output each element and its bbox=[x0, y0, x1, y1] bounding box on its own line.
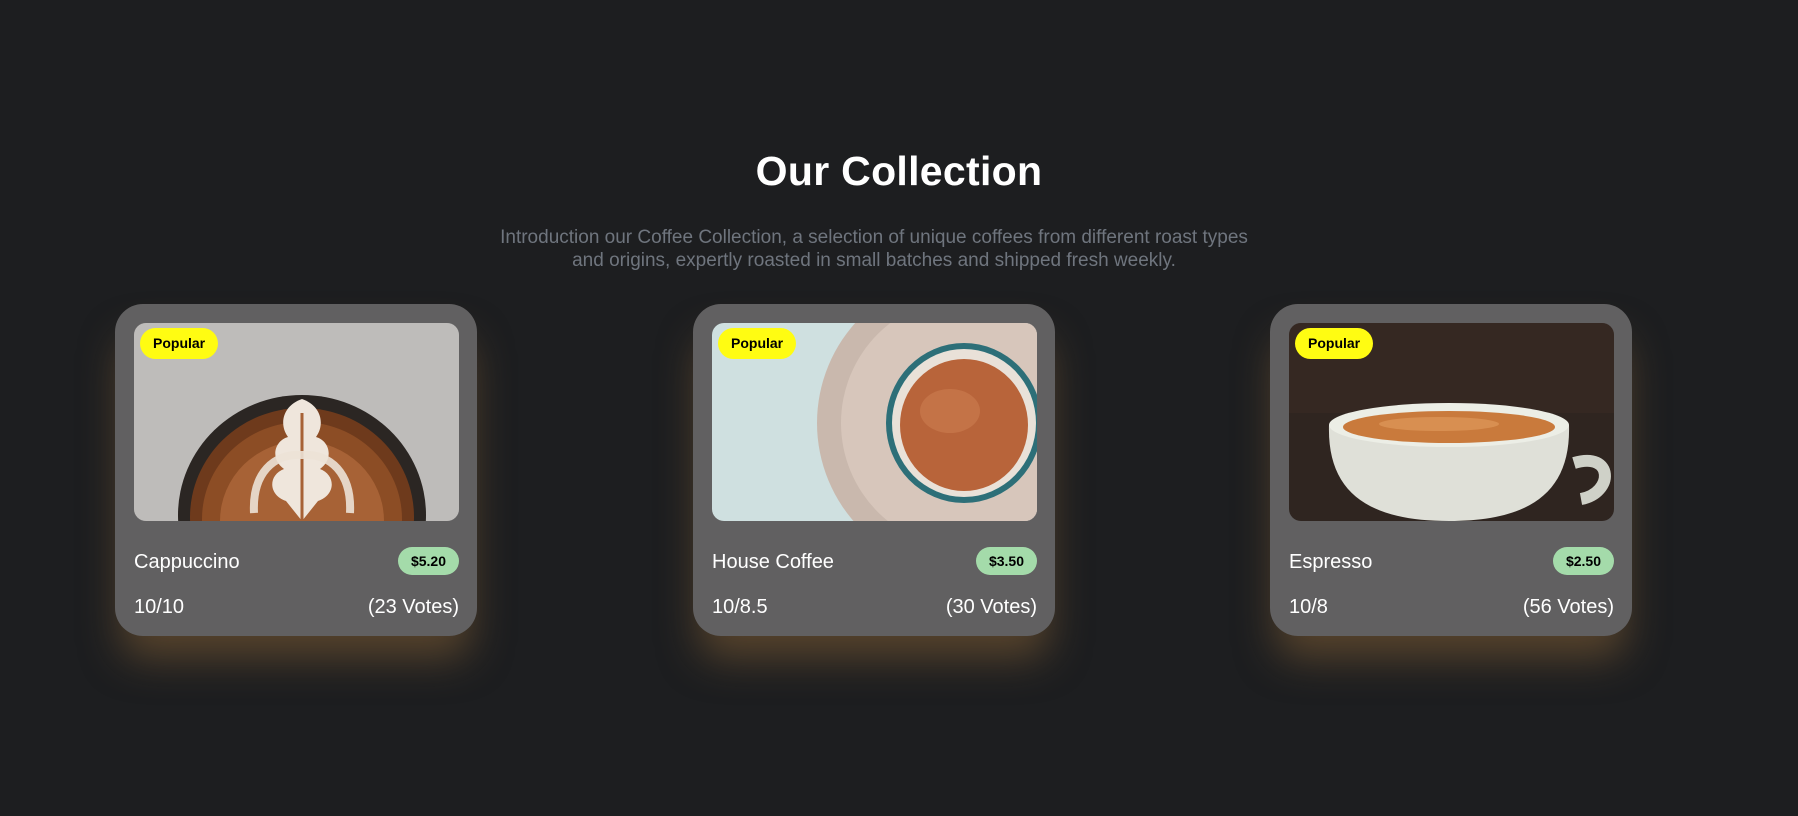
product-rating: 10/8 bbox=[1289, 596, 1328, 618]
price-badge: $3.50 bbox=[975, 547, 1037, 575]
popular-badge: Popular bbox=[140, 328, 219, 359]
product-name: House Coffee bbox=[712, 551, 834, 573]
product-name: Cappuccino bbox=[134, 551, 240, 573]
price-badge: $5.20 bbox=[397, 547, 459, 575]
section-intro: Introduction our Coffee Collection, a se… bbox=[500, 227, 1248, 271]
section-title: Our Collection bbox=[755, 148, 1043, 194]
product-rating: 10/10 bbox=[134, 596, 185, 618]
vote-count: (56 Votes) bbox=[1522, 596, 1614, 618]
product-rating: 10/8.5 bbox=[712, 596, 768, 618]
product-card-cappuccino[interactable]: Popular Cappuccino $5.20 10/10 (23 Votes… bbox=[115, 304, 477, 636]
vote-count: (30 Votes) bbox=[945, 596, 1037, 618]
product-card-espresso[interactable]: Popular Espresso $2.50 10/8 (56 Votes) bbox=[1270, 304, 1632, 636]
popular-badge: Popular bbox=[718, 328, 797, 359]
product-card-house-coffee[interactable]: Popular House Coffee $3.50 10/8.5 (30 Vo… bbox=[693, 304, 1055, 636]
product-name: Espresso bbox=[1289, 551, 1373, 573]
vote-count: (23 Votes) bbox=[367, 596, 459, 618]
popular-badge: Popular bbox=[1295, 328, 1374, 359]
price-badge: $2.50 bbox=[1552, 547, 1614, 575]
